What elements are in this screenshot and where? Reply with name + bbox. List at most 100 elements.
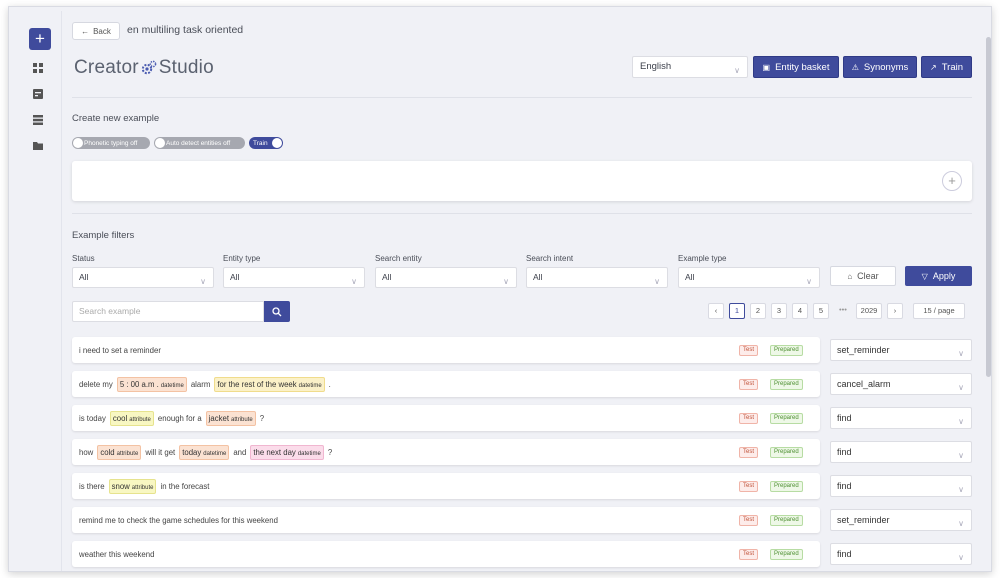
- create-button[interactable]: +: [29, 28, 51, 50]
- state-badge: Prepared: [770, 515, 803, 526]
- status-badge: Test: [739, 481, 759, 492]
- dashboard-icon[interactable]: [33, 63, 43, 73]
- search-entity-filter-select[interactable]: All ∨: [375, 267, 517, 288]
- add-example-button[interactable]: +: [942, 171, 962, 191]
- select-value: All: [230, 272, 240, 282]
- example-text: weather this weekend: [79, 541, 154, 567]
- entity-value: the next day: [253, 447, 296, 457]
- divider: [72, 213, 972, 214]
- page-size-select[interactable]: 15 / page: [913, 303, 965, 319]
- clear-button[interactable]: ⌂ Clear: [830, 266, 896, 286]
- page-button[interactable]: 2: [750, 303, 766, 319]
- page-button[interactable]: 4: [792, 303, 808, 319]
- search-example-input[interactable]: Search example: [72, 301, 264, 322]
- scrollbar[interactable]: [986, 37, 991, 377]
- page-button[interactable]: 5: [813, 303, 829, 319]
- filters-title: Example filters: [72, 230, 135, 241]
- example-row[interactable]: is there snow attribute in the forecast Test…: [72, 473, 820, 499]
- entity-type: attribute: [116, 450, 139, 457]
- entity-type-filter-select[interactable]: All ∨: [223, 267, 365, 288]
- page-button[interactable]: 3: [771, 303, 787, 319]
- entity-value: for the rest of the week: [217, 379, 297, 389]
- intent-select[interactable]: find ∨: [830, 543, 972, 565]
- entity-tag[interactable]: 5 : 00 a.m . datetime: [116, 376, 187, 392]
- example-word: .: [328, 379, 331, 389]
- example-word: and: [233, 447, 247, 457]
- intent-select[interactable]: set_reminder ∨: [830, 509, 972, 531]
- page-button-last[interactable]: 2029: [856, 303, 882, 319]
- apply-label: Apply: [932, 271, 956, 281]
- search-placeholder: Search example: [79, 306, 141, 316]
- intent-value: set_reminder: [837, 515, 890, 525]
- list-icon[interactable]: [33, 115, 43, 125]
- chart-icon[interactable]: [33, 89, 43, 99]
- train-toggle[interactable]: Train: [249, 137, 283, 149]
- phonetic-typing-toggle[interactable]: Phonetic typing off: [72, 137, 150, 149]
- example-word: weather this weekend: [79, 549, 155, 559]
- select-value: All: [382, 272, 392, 282]
- state-badge: Prepared: [770, 481, 803, 492]
- next-page-button[interactable]: ›: [887, 303, 903, 319]
- logo-text-1: Creator: [74, 57, 139, 78]
- apply-button[interactable]: ▽ Apply: [905, 266, 972, 286]
- example-word: delete my: [79, 379, 113, 389]
- entity-type: datetime: [297, 450, 321, 457]
- entity-type: attribute: [129, 416, 151, 423]
- train-button[interactable]: ↗ Train: [921, 56, 972, 78]
- entity-tag[interactable]: the next day datetime: [250, 444, 324, 460]
- intent-select[interactable]: find ∨: [830, 441, 972, 463]
- page-button[interactable]: 1: [729, 303, 745, 319]
- entity-tag[interactable]: snow attribute: [108, 478, 157, 494]
- status-badge: Test: [739, 379, 759, 390]
- select-value: All: [685, 272, 695, 282]
- entity-tag[interactable]: cold attribute: [97, 444, 142, 460]
- back-button[interactable]: ← Back: [72, 22, 120, 40]
- example-row[interactable]: remind me to check the game schedules fo…: [72, 507, 820, 533]
- prev-page-button[interactable]: ‹: [708, 303, 724, 319]
- new-example-input[interactable]: +: [72, 161, 972, 201]
- chevron-down-icon: ∨: [958, 417, 964, 426]
- arrow-left-icon: ←: [81, 26, 90, 36]
- app-window: + ← Back en multiling task oriented Crea…: [8, 6, 992, 572]
- example-row[interactable]: is today cool attribute enough for a jacket a…: [72, 405, 820, 431]
- entity-basket-button[interactable]: ▣ Entity basket: [753, 56, 839, 78]
- status-filter-select[interactable]: All ∨: [72, 267, 214, 288]
- example-word: in the forecast: [160, 481, 210, 491]
- pagination-ellipsis[interactable]: •••: [835, 303, 851, 319]
- example-word: alarm: [190, 379, 211, 389]
- example-row[interactable]: how cold attribute will it get today datetime…: [72, 439, 820, 465]
- clear-icon: ⌂: [847, 271, 853, 281]
- example-row[interactable]: weather this weekend Test Prepared: [72, 541, 820, 567]
- example-row[interactable]: i need to set a reminder Test Prepared: [72, 337, 820, 363]
- search-button[interactable]: [264, 301, 290, 322]
- entity-tag[interactable]: cool attribute: [109, 410, 154, 426]
- chevron-down-icon: ∨: [734, 66, 740, 75]
- basket-icon: ▣: [762, 62, 771, 72]
- toggle-label: Auto detect entities off: [166, 139, 231, 147]
- entity-tag[interactable]: for the rest of the week datetime: [214, 376, 325, 392]
- intent-select[interactable]: set_reminder ∨: [830, 339, 972, 361]
- folder-icon[interactable]: [33, 141, 43, 151]
- intent-value: find: [837, 413, 852, 423]
- language-select[interactable]: English ∨: [632, 56, 748, 78]
- search-entity-filter-label: Search entity: [375, 254, 422, 263]
- intent-select[interactable]: find ∨: [830, 407, 972, 429]
- example-type-filter-label: Example type: [678, 254, 727, 263]
- entity-value: cold: [100, 447, 115, 457]
- intent-select[interactable]: find ∨: [830, 475, 972, 497]
- synonyms-button[interactable]: ⚠ Synonyms: [843, 56, 917, 78]
- synonyms-label: Synonyms: [863, 61, 909, 73]
- entity-value: today: [182, 447, 202, 457]
- example-row[interactable]: delete my 5 : 00 a.m . datetime alarm for th…: [72, 371, 820, 397]
- example-word: is there: [79, 481, 105, 491]
- entity-tag[interactable]: jacket attribute: [205, 410, 256, 426]
- intent-select[interactable]: cancel_alarm ∨: [830, 373, 972, 395]
- entity-tag[interactable]: today datetime: [179, 444, 230, 460]
- entity-type-filter-label: Entity type: [223, 254, 261, 263]
- entity-type: attribute: [231, 416, 253, 423]
- search-intent-filter-select[interactable]: All ∨: [526, 267, 668, 288]
- example-word: remind me to check the game schedules fo…: [79, 515, 278, 525]
- example-type-filter-select[interactable]: All ∨: [678, 267, 820, 288]
- state-badge: Prepared: [770, 413, 803, 424]
- auto-detect-entities-toggle[interactable]: Auto detect entities off: [154, 137, 245, 149]
